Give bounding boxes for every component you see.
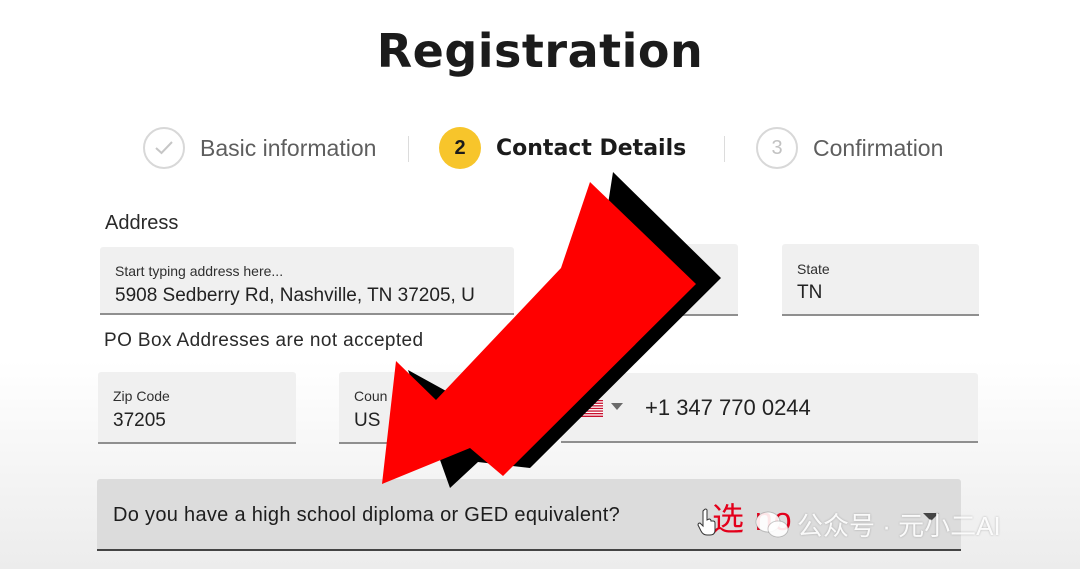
- phone-number-value: +1 347 770 0244: [645, 395, 811, 420]
- zip-code-input[interactable]: Zip Code 37205: [98, 372, 296, 444]
- step-number: 2: [439, 127, 481, 169]
- wechat-icon: [755, 511, 789, 537]
- step-label: Contact Details: [496, 135, 687, 161]
- progress-stepper: Basic information 2 Contact Details 3 Co…: [0, 124, 1080, 174]
- watermark-text: 公众号 · 元小二AI: [797, 511, 1001, 541]
- country-value: US: [354, 410, 381, 431]
- zip-code-label: Zip Code: [113, 388, 170, 404]
- watermark: 公众号 · 元小二AI: [755, 506, 1001, 543]
- step-confirmation[interactable]: 3 Confirmation: [756, 124, 943, 172]
- state-label: State: [797, 261, 830, 277]
- street-address-value: 5908 Sedberry Rd, Nashville, TN 37205, U: [115, 285, 475, 306]
- street-address-placeholder: Start typing address here...: [115, 263, 284, 279]
- hand-cursor-icon: [697, 508, 716, 536]
- state-input[interactable]: State TN: [782, 244, 979, 316]
- city-input[interactable]: [598, 244, 738, 316]
- phone-input[interactable]: +1 347 770 0244: [561, 373, 978, 443]
- address-section-label: Address: [105, 212, 179, 234]
- diploma-question-text: Do you have a high school diploma or GED…: [113, 504, 621, 526]
- check-icon: [143, 127, 185, 169]
- country-label: Coun: [354, 388, 388, 404]
- po-box-note: PO Box Addresses are not accepted: [104, 330, 424, 351]
- us-flag-icon[interactable]: [575, 400, 603, 417]
- street-address-input[interactable]: Start typing address here... 5908 Sedber…: [100, 247, 514, 315]
- zip-code-value: 37205: [113, 410, 166, 431]
- step-label: Confirmation: [813, 134, 944, 161]
- state-value: TN: [797, 282, 823, 303]
- step-divider: [724, 136, 725, 162]
- step-label: Basic information: [200, 134, 377, 161]
- chevron-down-icon[interactable]: [611, 403, 623, 410]
- step-divider: [408, 136, 409, 162]
- step-contact-details[interactable]: 2 Contact Details: [439, 124, 686, 172]
- step-number: 3: [756, 127, 798, 169]
- page-title: Registration: [376, 24, 704, 78]
- country-input[interactable]: Coun US: [339, 372, 517, 444]
- step-basic-information[interactable]: Basic information: [143, 124, 376, 172]
